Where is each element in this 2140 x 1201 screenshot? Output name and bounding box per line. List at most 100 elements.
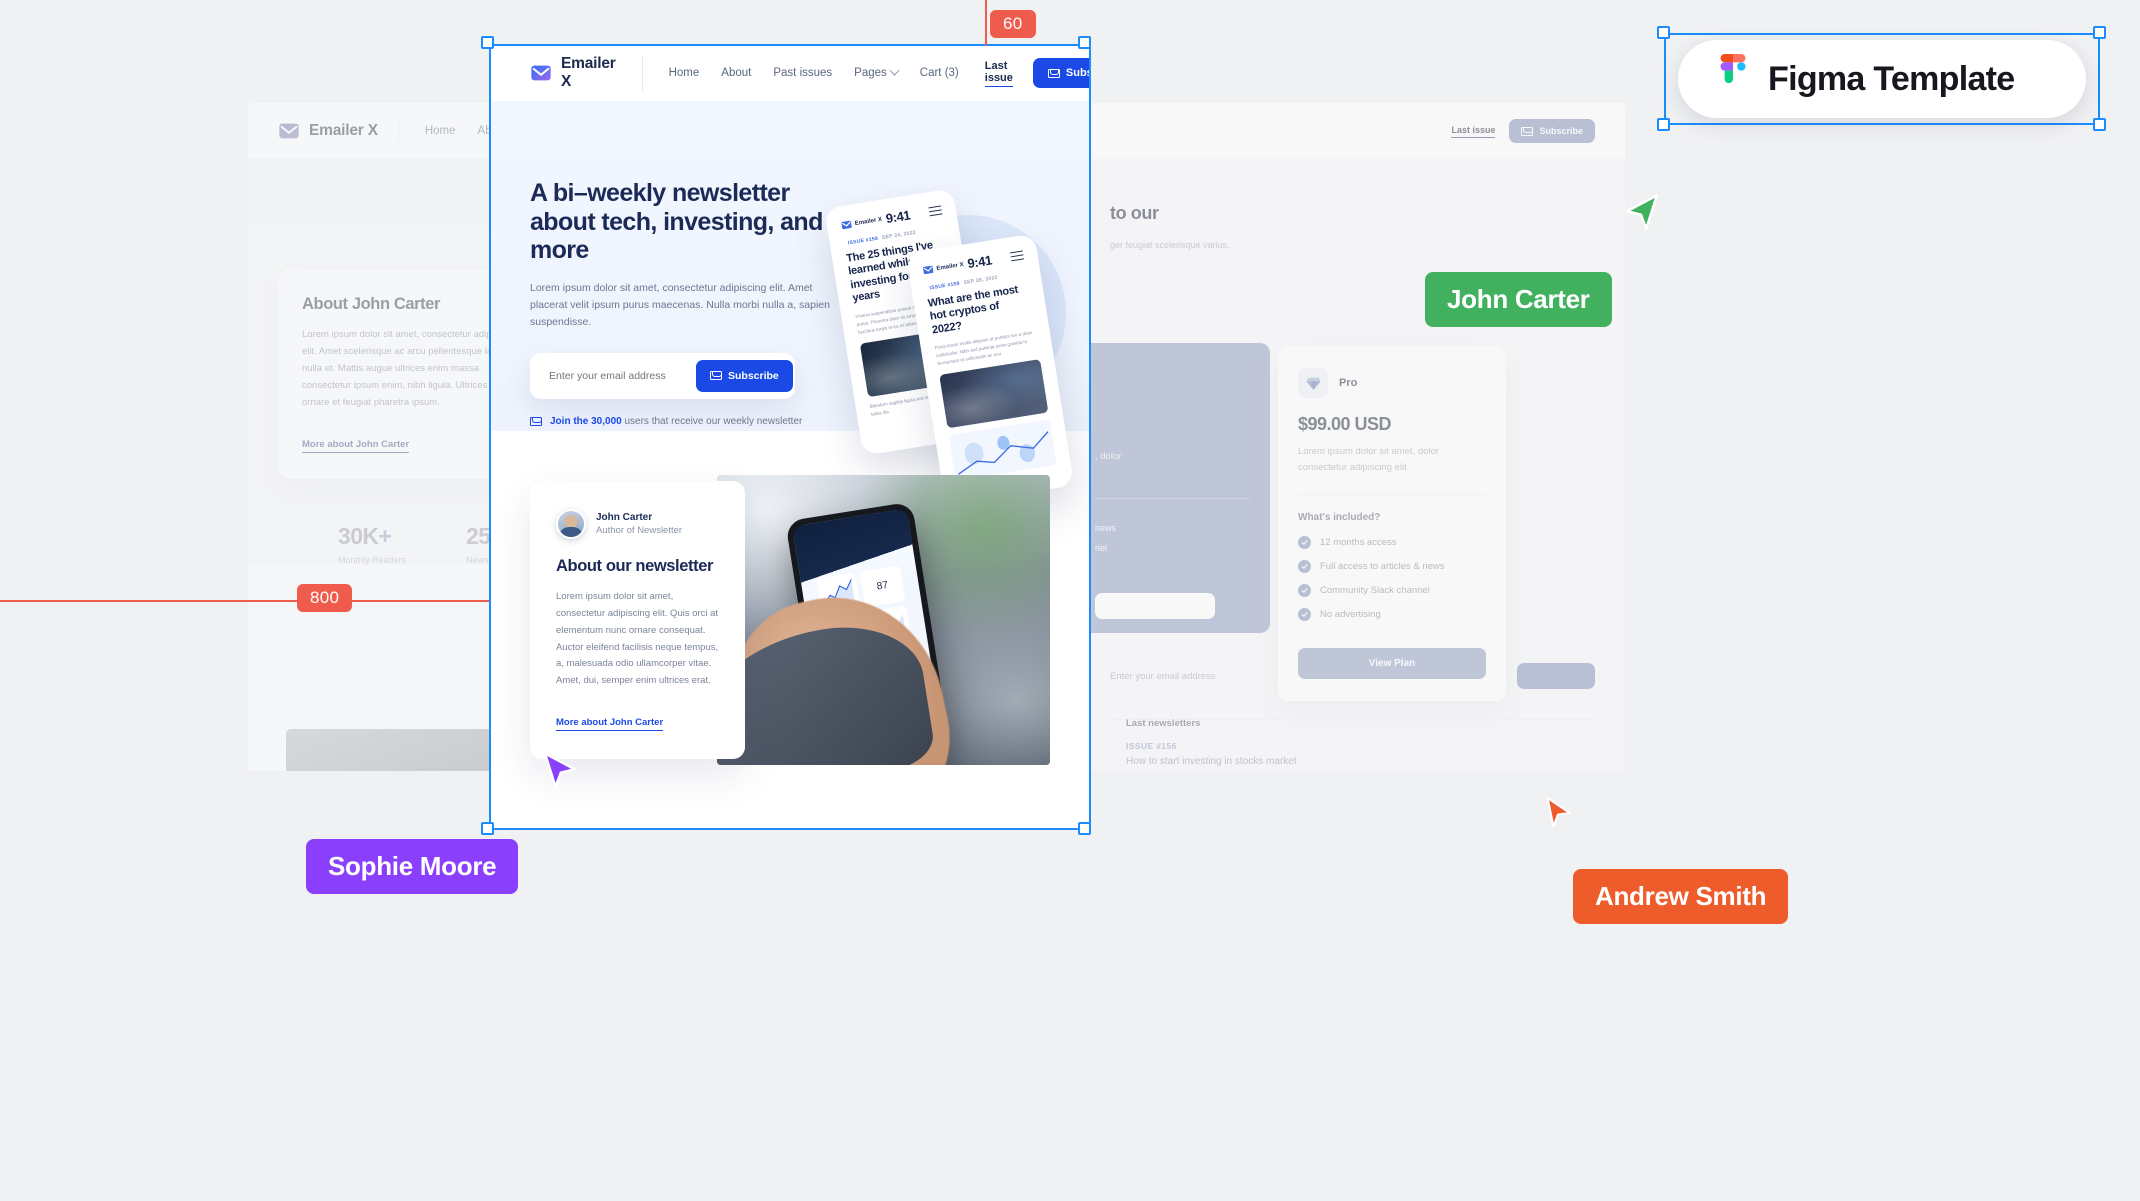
nav-item-home[interactable]: Home [669,67,700,79]
join-text: Join the 30,000 users that receive our w… [550,416,802,427]
about-body: Lorem ipsum dolor sit amet, consectetur … [556,590,719,687]
join-rest: users that receive our weekly newsletter [621,415,803,427]
last-issue-link[interactable]: Last issue [1451,125,1496,138]
hero-subscribe-button[interactable]: Subscribe [696,359,793,392]
about-section: John Carter Author of Newsletter About o… [490,431,1090,825]
author-name: John Carter [596,511,653,523]
last-newsletters-heading: Last newsletters [1126,718,1201,729]
plan-card-pro[interactable]: Pro $99.00 USD Lorem ipsum dolor sit ame… [1278,346,1506,702]
subscribe-button[interactable]: Subscribe [1032,58,1090,88]
cursor-pointer-sophie-moore [543,752,576,788]
envelope-logo-icon [279,123,299,139]
phone-article-photo [939,359,1049,429]
ghost-right-hero: to our ger feugiat scelerisque varius. [1080,159,1625,250]
badge-handle-bottom-left[interactable] [1657,118,1670,131]
plan-basic-button[interactable] [1095,593,1215,619]
plan-feature: Full access to articles & news [1298,560,1486,574]
hero-section: A bi–weekly newsletter about tech, inves… [490,101,1090,506]
stat-monthly-readers: 30K+ Monthly Readers [338,523,406,565]
badge-handle-bottom-right[interactable] [2093,118,2106,131]
subscribe-form: Subscribe [530,352,795,399]
measure-line-vertical [985,0,987,46]
nav-item-pages[interactable]: Pages [854,65,900,79]
brand-name: Emailer X [561,55,616,90]
phone-time: 9:41 [884,207,912,227]
last-issue-link[interactable]: Last issue [984,60,1013,87]
envelope-icon [1047,68,1060,78]
phone-time: 9:41 [966,252,993,272]
figma-badge-label: Figma Template [1768,59,2015,98]
hero-title: A bi–weekly newsletter about tech, inves… [530,179,823,264]
plan-feature-label: No advertising [1320,609,1381,621]
figma-logo-icon [1720,54,1746,84]
subscribe-button-label: Subscribe [1065,67,1090,79]
badge-handle-top-left[interactable] [1657,26,1670,39]
check-icon [1298,536,1311,550]
nav-item-home[interactable]: Home [425,125,456,137]
svg-text:87: 87 [876,580,889,593]
envelope-icon [1521,126,1534,136]
measure-line-horizontal [0,600,489,602]
resize-handle-top-right[interactable] [1078,36,1091,49]
ghost-about-link[interactable]: More about John Carter [302,439,410,453]
resize-handle-bottom-left[interactable] [481,822,494,835]
plan-feature: No advertising [1298,608,1486,622]
plan-feature-label: 12 months access [1320,537,1397,549]
menu-icon[interactable] [1009,250,1025,262]
subscribe-button-ghost[interactable] [1517,663,1595,689]
figma-template-badge[interactable]: Figma Template [1678,40,2086,118]
badge-handle-top-right[interactable] [2093,26,2106,39]
plan-card-basic[interactable]: , dolor news nel [1080,343,1270,633]
envelope-logo-icon [923,265,934,275]
plan-basic-desc: , dolor [1095,451,1122,462]
phone-chart [948,419,1057,482]
more-about-link[interactable]: More about John Carter [556,717,664,732]
figma-canvas: Emailer X Home About Past issues Pages A… [0,0,2140,1201]
join-count: Join the 30,000 [550,415,622,427]
brand: Emailer X [278,120,399,142]
plan-feature: 12 months access [1298,536,1486,550]
background-page-right[interactable]: Last issue Subscribe to our ger feugiat … [1080,103,1625,771]
phone-brand: Emailer X [922,259,965,276]
nav-item-about[interactable]: About [721,67,751,79]
plan-included-heading: What's included? [1298,512,1381,524]
nav-item-cart[interactable]: Cart (3) [920,67,959,79]
envelope-logo-icon [531,65,551,81]
measure-badge-width: 800 [297,584,353,612]
nav-links: Home About Past issues Pages Cart (3) [669,65,959,79]
issue-tag: ISSUE #156 [1126,741,1177,751]
author-row: John Carter Author of Newsletter [556,508,719,539]
envelope-logo-icon [841,220,852,230]
nav-right: Last issue Subscribe [1451,119,1595,143]
envelope-icon [530,416,542,426]
about-title: About our newsletter [556,556,714,575]
ghost-right-heading: to our [1110,203,1159,223]
plan-feature: Community Slack channel [1298,584,1486,598]
email-input[interactable] [537,369,696,382]
check-icon [1298,560,1311,574]
about-photo: 87 [717,475,1050,765]
selected-frame-page[interactable]: Emailer X Home About Past issues Pages C… [490,45,1090,829]
chart-sparkline [958,431,1049,476]
measure-badge-height: 60 [990,10,1036,38]
menu-icon[interactable] [928,205,943,217]
ghost-right-body: ger feugiat scelerisque varius. [1110,240,1230,250]
plan-basic-feature: news [1095,523,1117,533]
nav-item-past-issues[interactable]: Past issues [773,67,832,79]
main-navbar: Emailer X Home About Past issues Pages C… [490,45,1090,101]
plan-feature-label: Full access to articles & news [1320,561,1445,573]
brand[interactable]: Emailer X [530,55,643,91]
plan-header: Pro [1298,368,1486,398]
avatar [556,508,586,539]
hero-artwork: Emailer X 9:41 ISSUE #158SEP 24, 2022 Th [824,157,1075,506]
hero-subscribe-label: Subscribe [728,369,779,382]
cursor-label-andrew-smith: Andrew Smith [1573,869,1789,924]
plan-feature-label: Community Slack channel [1320,585,1430,597]
issue-title[interactable]: How to start investing in stocks market [1126,756,1297,767]
diamond-icon [1298,368,1328,398]
resize-handle-bottom-right[interactable] [1078,822,1091,835]
resize-handle-top-left[interactable] [481,36,494,49]
subscribe-button[interactable]: Subscribe [1509,119,1595,143]
email-placeholder-text: Enter your email address [1110,670,1216,682]
cursor-pointer-john-carter [1625,194,1658,230]
